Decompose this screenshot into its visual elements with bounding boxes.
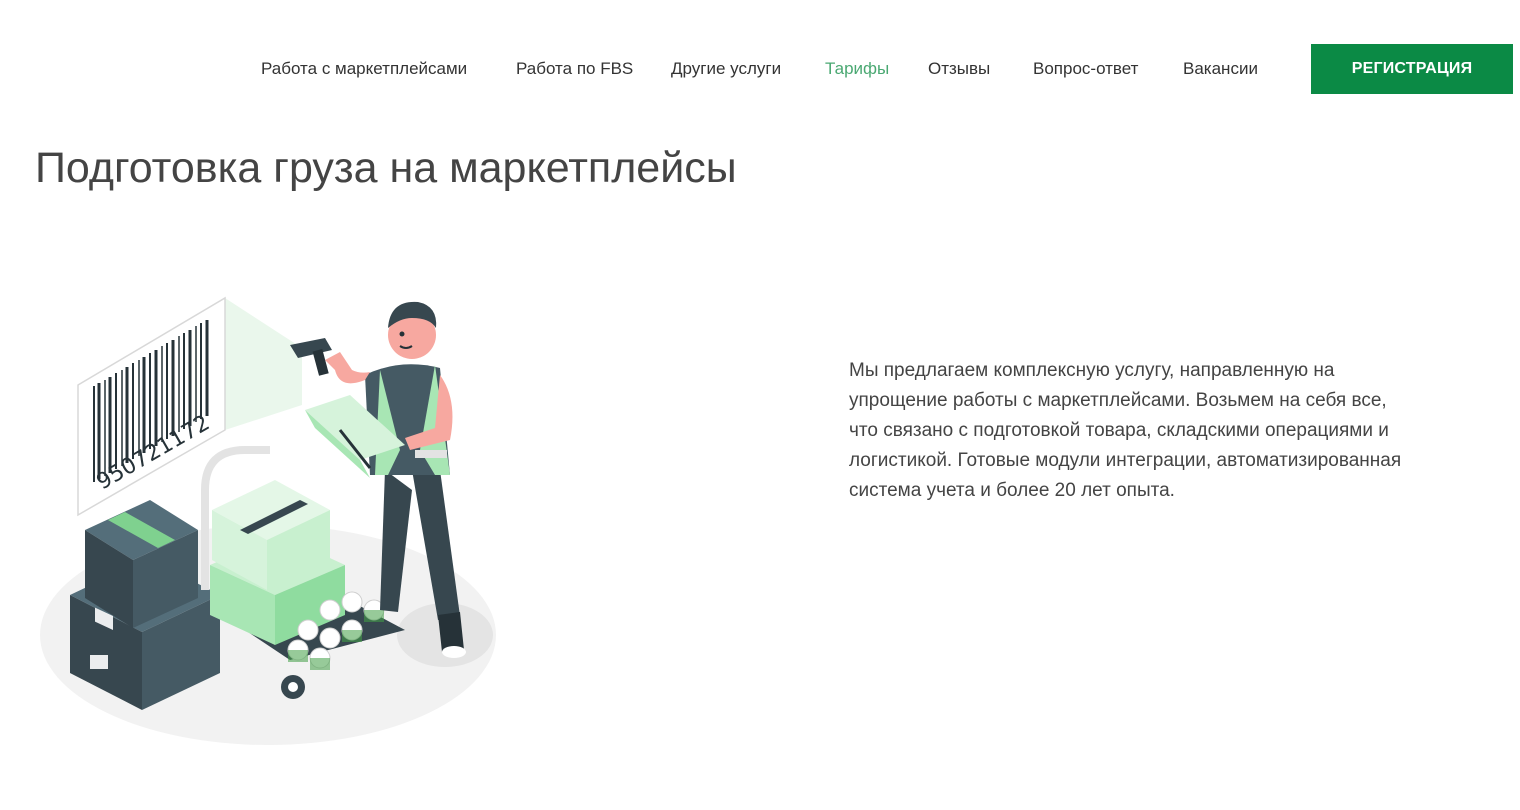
nav-item-fbs[interactable]: Работа по FBS	[516, 59, 633, 79]
register-button[interactable]: РЕГИСТРАЦИЯ	[1311, 44, 1513, 94]
warehouse-illustration: 950721172	[40, 290, 520, 760]
nav-item-reviews[interactable]: Отзывы	[928, 59, 990, 79]
page-title: Подготовка груза на маркетплейсы	[35, 144, 737, 192]
nav-item-vacancies[interactable]: Вакансии	[1183, 59, 1258, 79]
warehouse-worker-icon: 950721172	[40, 296, 496, 745]
nav-item-other-services[interactable]: Другие услуги	[671, 59, 781, 79]
nav-item-tariffs[interactable]: Тарифы	[825, 59, 889, 79]
nav-item-marketplaces[interactable]: Работа с маркетплейсами	[261, 59, 467, 79]
main-nav: Работа с маркетплейсами Работа по FBS Др…	[0, 44, 1520, 94]
nav-item-faq[interactable]: Вопрос-ответ	[1033, 59, 1138, 79]
service-description: Мы предлагаем комплексную услугу, направ…	[849, 360, 1402, 501]
page: Работа с маркетплейсами Работа по FBS Др…	[0, 0, 1520, 810]
